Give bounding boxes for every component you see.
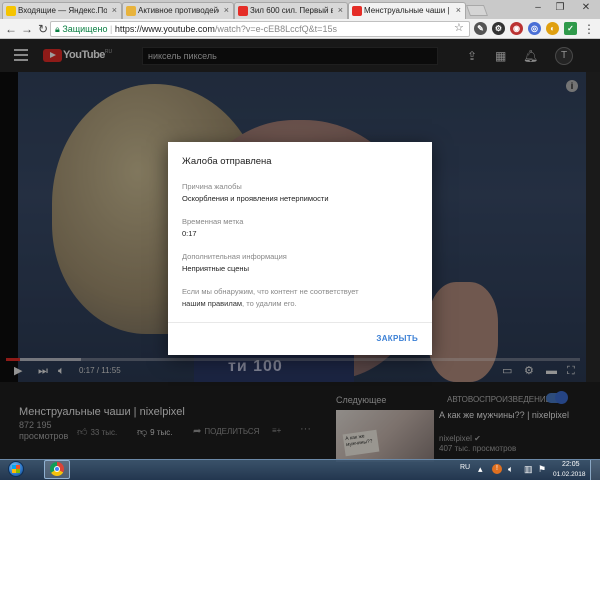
volume-tray-icon[interactable]: 🔈︎: [508, 464, 513, 475]
tab-close-icon[interactable]: ×: [456, 5, 461, 15]
lock-icon: 🔒︎: [55, 24, 60, 34]
clock-time[interactable]: 22:05: [562, 461, 580, 468]
extra-info-value: Неприятные сцены: [182, 264, 249, 273]
extra-info-label: Дополнительная информация: [182, 252, 287, 261]
report-confirmation-dialog: Жалоба отправлена Причина жалобы Оскорбл…: [168, 142, 432, 355]
show-desktop-button[interactable]: [590, 460, 600, 480]
windows-flag-icon: [12, 465, 20, 473]
extension-icon[interactable]: ◉: [510, 22, 523, 35]
url-path: /watch?v=e-cEB8LccfQ&t=15s: [214, 24, 337, 34]
extension-icon[interactable]: ✓: [564, 22, 577, 35]
tab-label: Зил 600 сил. Первый вы: [250, 6, 333, 15]
screen: Входящие — Яндекс.По × Активное противод…: [0, 0, 600, 480]
clock-date[interactable]: 01.02.2018: [553, 471, 586, 478]
back-arrow-icon[interactable]: ←: [4, 21, 18, 37]
youtube-favicon-icon: [238, 6, 248, 16]
youtube-favicon-icon: [352, 6, 362, 16]
tab-label: Менструальные чаши |: [364, 6, 450, 15]
action-center-flag-icon[interactable]: ⚑: [538, 464, 546, 475]
network-icon[interactable]: ▥: [524, 464, 533, 475]
browser-tab-youtube-zil[interactable]: Зил 600 сил. Первый вы ×: [234, 2, 348, 19]
chrome-menu-icon[interactable]: ⋮: [582, 21, 596, 37]
address-bar[interactable]: 🔒︎ Защищено | https://www.youtube.com/wa…: [50, 21, 470, 37]
policy-note: Если мы обнаружим, что контент не соотве…: [182, 286, 418, 310]
timestamp-label: Временная метка: [182, 217, 244, 226]
show-hidden-icons-icon[interactable]: ▴: [478, 464, 483, 475]
bookmark-star-icon[interactable]: ☆: [454, 21, 464, 34]
dialog-title: Жалоба отправлена: [182, 156, 272, 167]
minimize-icon[interactable]: –: [530, 2, 546, 13]
browser-tab-article[interactable]: Активное противодейс ×: [122, 2, 234, 19]
forward-arrow-icon[interactable]: →: [20, 21, 34, 37]
tab-close-icon[interactable]: ×: [224, 5, 229, 15]
browser-tab-youtube-active[interactable]: Менструальные чаши | ×: [348, 2, 466, 19]
policy-note-text-end: , то удалим его.: [242, 299, 297, 308]
policy-link[interactable]: нашим правилам: [182, 299, 242, 308]
browser-toolbar: ← → ↻ 🔒︎ Защищено | https://www.youtube.…: [0, 19, 600, 39]
tab-close-icon[interactable]: ×: [338, 5, 343, 15]
browser-tab-yandex-mail[interactable]: Входящие — Яндекс.По ×: [2, 2, 122, 19]
tab-label: Входящие — Яндекс.По: [18, 6, 107, 15]
browser-tab-strip: Входящие — Яндекс.По × Активное противод…: [0, 0, 600, 19]
reload-icon[interactable]: ↻: [36, 21, 50, 37]
yandex-mail-favicon-icon: [6, 6, 16, 16]
extension-icon[interactable]: ✎: [474, 22, 487, 35]
language-indicator[interactable]: RU: [460, 464, 470, 471]
url-host: https://www.youtube.com: [114, 24, 215, 34]
extension-icon[interactable]: ◎: [528, 22, 541, 35]
new-tab-button[interactable]: [465, 5, 489, 16]
extension-icon[interactable]: ◐: [546, 22, 559, 35]
tray-app-icon[interactable]: !: [492, 464, 502, 474]
dialog-divider: [168, 322, 432, 323]
maximize-icon[interactable]: ❐: [552, 2, 568, 13]
window-close-icon[interactable]: ✕: [578, 2, 594, 13]
chrome-icon: [50, 462, 64, 476]
tab-close-icon[interactable]: ×: [112, 5, 117, 15]
tab-label: Активное противодейс: [138, 6, 219, 15]
site-favicon-icon: [126, 6, 136, 16]
close-button[interactable]: ЗАКРЫТЬ: [376, 334, 418, 343]
secure-label: Защищено: [62, 24, 108, 34]
reason-label: Причина жалобы: [182, 182, 242, 191]
timestamp-value: 0:17: [182, 229, 197, 238]
reason-value: Оскорбления и проявления нетерпимости: [182, 194, 329, 203]
extension-icon[interactable]: ⚙: [492, 22, 505, 35]
policy-note-text: Если мы обнаружим, что контент не соотве…: [182, 287, 359, 296]
start-button[interactable]: [4, 459, 26, 480]
